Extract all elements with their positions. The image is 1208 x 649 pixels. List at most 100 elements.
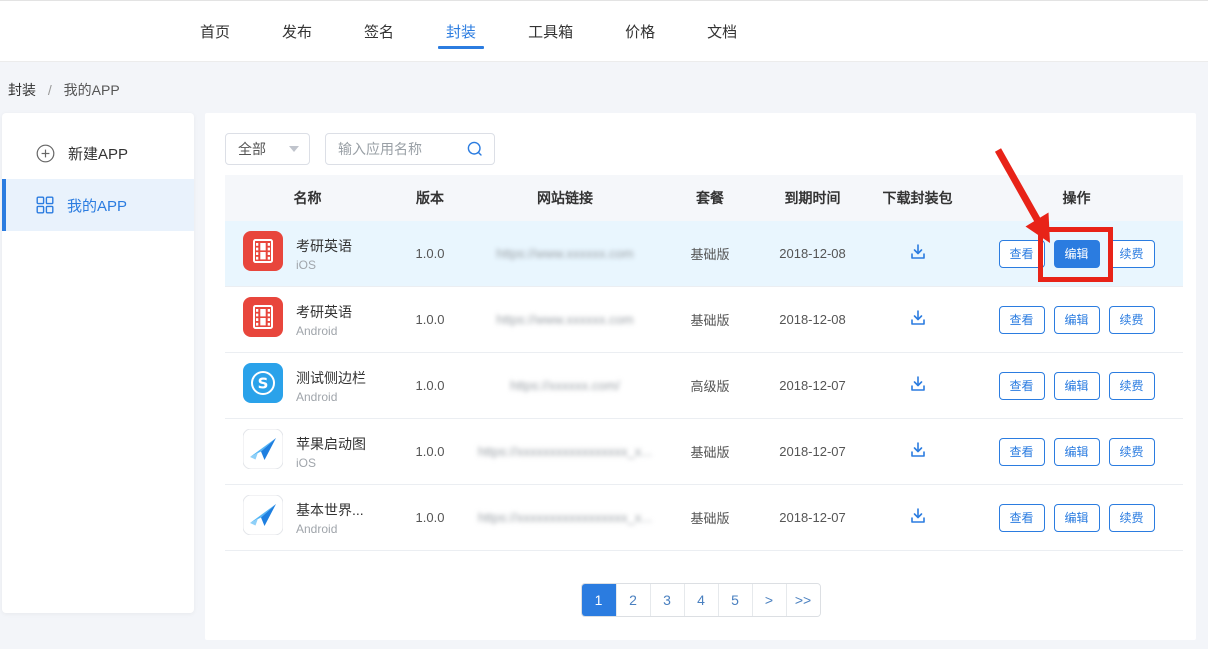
website-link-cell: https://www.xxxxxx.com — [470, 246, 660, 261]
page-button-5[interactable]: 5 — [718, 584, 752, 616]
nav-items: 首页发布签名封装工具箱价格文档 — [198, 1, 739, 61]
page-button-4[interactable]: 4 — [684, 584, 718, 616]
app-platform: Android — [296, 390, 366, 404]
view-button[interactable]: 查看 — [999, 372, 1045, 400]
table-body: 考研英语iOS1.0.0https://www.xxxxxx.com基础版201… — [225, 221, 1183, 551]
download-cell — [865, 372, 970, 399]
edit-button[interactable]: 编辑 — [1054, 306, 1100, 334]
last-page-button[interactable]: >> — [786, 584, 820, 616]
nav-item-4[interactable]: 封装 — [444, 1, 478, 61]
download-icon[interactable] — [906, 306, 930, 333]
version-cell: 1.0.0 — [390, 312, 470, 327]
breadcrumb-section[interactable]: 封装 — [8, 82, 36, 98]
renew-button[interactable]: 续费 — [1109, 372, 1155, 400]
edit-button[interactable]: 编辑 — [1054, 372, 1100, 400]
nav-item-2[interactable]: 发布 — [280, 1, 314, 61]
view-button[interactable]: 查看 — [999, 438, 1045, 466]
edit-button[interactable]: 编辑 — [1054, 438, 1100, 466]
sidebar-item-my-app[interactable]: 我的APP — [2, 179, 194, 231]
app-name-block: 考研英语iOS — [296, 236, 352, 272]
column-header: 操作 — [970, 188, 1183, 208]
table-row: 苹果启动图iOS1.0.0https://xxxxxxxxxxxxxxxxx_x… — [225, 419, 1183, 485]
nav-item-3[interactable]: 签名 — [362, 1, 396, 61]
next-page-button[interactable]: > — [752, 584, 786, 616]
plan-cell: 基础版 — [660, 244, 760, 263]
actions-cell: 查看编辑续费 — [970, 504, 1183, 532]
app-name-cell: 考研英语iOS — [225, 231, 390, 276]
redacted-link-text: https://xxxxxxxxxxxxxxxxx_x... — [478, 444, 652, 459]
expiry-date-cell: 2018-12-08 — [760, 246, 865, 261]
search-input[interactable] — [326, 141, 466, 157]
plan-cell: 高级版 — [660, 376, 760, 395]
plan-cell: 基础版 — [660, 442, 760, 461]
expiry-date-cell: 2018-12-07 — [760, 378, 865, 393]
view-button[interactable]: 查看 — [999, 306, 1045, 334]
film-app-icon — [243, 297, 283, 342]
app-name-cell: 考研英语Android — [225, 297, 390, 342]
download-icon[interactable] — [906, 372, 930, 399]
version-cell: 1.0.0 — [390, 510, 470, 525]
app-name-cell: 基本世界...Android — [225, 495, 390, 540]
download-icon[interactable] — [906, 438, 930, 465]
actions-cell: 查看编辑续费 — [970, 240, 1183, 268]
breadcrumb-separator: / — [48, 82, 52, 98]
redacted-link-text: https://www.xxxxxx.com — [496, 246, 633, 261]
redacted-link-text: https://xxxxxx.com/ — [510, 378, 620, 393]
search-icon[interactable] — [466, 140, 484, 158]
actions-cell: 查看编辑续费 — [970, 372, 1183, 400]
actions-cell: 查看编辑续费 — [970, 438, 1183, 466]
app-platform: iOS — [296, 456, 366, 470]
pagination-group: 12345>>> — [581, 583, 821, 617]
plan-cell: 基础版 — [660, 508, 760, 527]
page-button-1[interactable]: 1 — [582, 584, 616, 616]
plus-circle-icon — [36, 144, 55, 163]
column-header: 网站链接 — [470, 188, 660, 208]
nav-item-6[interactable]: 价格 — [623, 1, 657, 61]
actions-cell: 查看编辑续费 — [970, 306, 1183, 334]
website-link-cell: https://xxxxxxxxxxxxxxxxx_x... — [470, 510, 660, 525]
app-name: 考研英语 — [296, 236, 352, 256]
view-button[interactable]: 查看 — [999, 504, 1045, 532]
film-app-icon — [243, 231, 283, 276]
nav-item-5[interactable]: 工具箱 — [526, 1, 575, 61]
renew-button[interactable]: 续费 — [1109, 438, 1155, 466]
s-circle-app-icon: S — [243, 363, 283, 408]
app-platform: Android — [296, 324, 352, 338]
download-cell — [865, 438, 970, 465]
plane-app-icon — [243, 429, 283, 474]
table-row: S测试侧边栏Android1.0.0https://xxxxxx.com/高级版… — [225, 353, 1183, 419]
website-link-cell: https://xxxxxxxxxxxxxxxxx_x... — [470, 444, 660, 459]
renew-button[interactable]: 续费 — [1109, 504, 1155, 532]
download-cell — [865, 504, 970, 531]
app-name-block: 苹果启动图iOS — [296, 434, 366, 470]
sidebar-item-label: 我的APP — [67, 195, 127, 216]
type-filter-dropdown[interactable]: 全部 — [225, 133, 310, 165]
renew-button[interactable]: 续费 — [1109, 306, 1155, 334]
sidebar-item-new-app[interactable]: 新建APP — [2, 127, 194, 179]
table-header: 名称版本网站链接套餐到期时间下载封装包操作 — [225, 175, 1183, 221]
page-button-2[interactable]: 2 — [616, 584, 650, 616]
app-name-cell: S 测试侧边栏 Android — [225, 363, 390, 408]
filter-bar: 全部 — [225, 133, 495, 165]
edit-button[interactable]: 编辑 — [1054, 240, 1100, 268]
redacted-link-text: https://www.xxxxxx.com — [496, 312, 633, 327]
app-name-cell: 苹果启动图iOS — [225, 429, 390, 474]
table-row: 考研英语Android1.0.0https://www.xxxxxx.com基础… — [225, 287, 1183, 353]
breadcrumb-current: 我的APP — [64, 82, 120, 98]
view-button[interactable]: 查看 — [999, 240, 1045, 268]
page-button-3[interactable]: 3 — [650, 584, 684, 616]
sidebar-item-label: 新建APP — [68, 143, 128, 164]
column-header: 版本 — [390, 188, 470, 208]
grid-icon — [36, 196, 54, 214]
app-name-block: 考研英语Android — [296, 302, 352, 338]
nav-item-7[interactable]: 文档 — [705, 1, 739, 61]
download-icon[interactable] — [906, 240, 930, 267]
app-name: 测试侧边栏 — [296, 368, 366, 388]
nav-item-1[interactable]: 首页 — [198, 1, 232, 61]
renew-button[interactable]: 续费 — [1109, 240, 1155, 268]
chevron-down-icon — [289, 146, 299, 152]
edit-button[interactable]: 编辑 — [1054, 504, 1100, 532]
download-icon[interactable] — [906, 504, 930, 531]
website-link-cell: https://xxxxxx.com/ — [470, 378, 660, 393]
app-table: 名称版本网站链接套餐到期时间下载封装包操作 考研英语iOS1.0.0https:… — [225, 175, 1183, 551]
